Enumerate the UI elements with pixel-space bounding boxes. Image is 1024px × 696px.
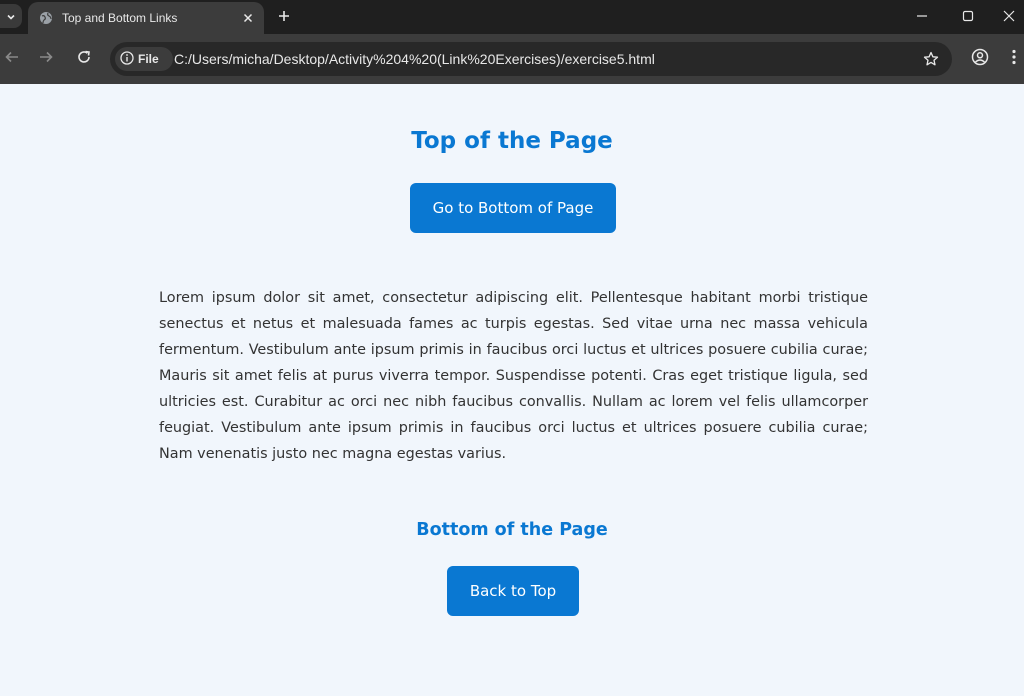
close-icon — [1003, 7, 1015, 26]
maximize-icon — [962, 7, 974, 26]
top-heading: Top of the Page — [411, 128, 613, 154]
window-close-button[interactable] — [994, 4, 1024, 28]
close-icon[interactable] — [240, 10, 256, 26]
new-tab-button[interactable] — [274, 6, 294, 26]
globe-icon — [38, 10, 54, 26]
back-to-top-button[interactable]: Back to Top — [447, 566, 579, 616]
active-tab[interactable]: Top and Bottom Links — [28, 2, 264, 34]
minimize-button[interactable] — [902, 4, 942, 28]
tab-strip: Top and Bottom Links — [0, 0, 1024, 34]
page-content: Top of the Page Go to Bottom of Page Lor… — [0, 84, 1024, 696]
kebab-menu-icon — [1012, 49, 1016, 69]
plus-icon — [278, 7, 290, 26]
body-paragraph: Lorem ipsum dolor sit amet, consectetur … — [159, 290, 868, 462]
browser-toolbar: File C:/Users/micha/Desktop/Activity%204… — [0, 34, 1024, 84]
chevron-down-icon — [6, 7, 16, 26]
url-text[interactable]: C:/Users/micha/Desktop/Activity%204%20(L… — [174, 51, 655, 67]
star-icon[interactable] — [922, 50, 940, 68]
forward-arrow-icon — [38, 49, 54, 69]
go-to-bottom-button[interactable]: Go to Bottom of Page — [410, 183, 616, 233]
back-arrow-icon — [4, 49, 20, 69]
reload-button[interactable] — [72, 47, 96, 71]
menu-button[interactable] — [1004, 47, 1024, 71]
tab-title: Top and Bottom Links — [62, 11, 178, 25]
tab-search-button[interactable] — [0, 4, 22, 28]
back-button[interactable] — [0, 47, 24, 71]
minimize-icon — [916, 7, 928, 26]
site-chip-label: File — [138, 52, 159, 66]
profile-icon — [971, 48, 989, 70]
forward-button[interactable] — [34, 47, 58, 71]
reload-icon — [76, 49, 92, 69]
profile-button[interactable] — [968, 47, 992, 71]
maximize-button[interactable] — [948, 4, 988, 28]
bottom-heading: Bottom of the Page — [416, 520, 608, 540]
address-bar[interactable]: File C:/Users/micha/Desktop/Activity%204… — [110, 42, 952, 76]
site-info-chip[interactable]: File — [115, 47, 173, 71]
info-icon — [120, 50, 134, 69]
